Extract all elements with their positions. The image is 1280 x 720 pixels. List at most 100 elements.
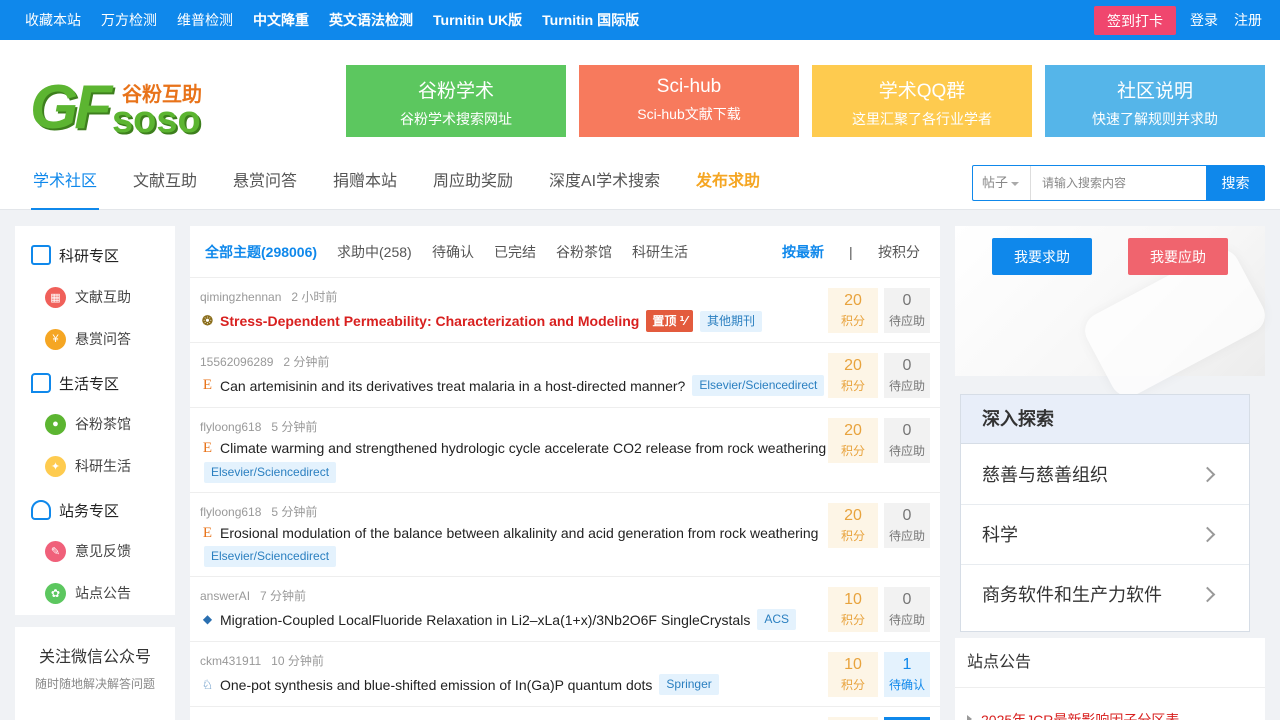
table-row[interactable]: flyloong618 5 分钟前 E Erosional modulation … xyxy=(190,493,940,577)
zone-life[interactable]: 生活专区 xyxy=(31,371,119,395)
journal-tag[interactable]: Springer xyxy=(659,674,719,695)
post-title[interactable]: ♘ One-pot synthesis and blue-shifted emi… xyxy=(200,674,719,695)
search-input[interactable] xyxy=(1032,166,1207,200)
request-panel: 我要求助 我要应助 xyxy=(955,226,1272,403)
nav-bounty-qa[interactable]: 悬赏问答 xyxy=(233,158,297,210)
sidebar-item-announcement[interactable]: ✿ 站点公告 xyxy=(45,582,131,604)
explore-title: 深入探索 xyxy=(961,395,1249,444)
post-title[interactable]: E Climate warming and strengthened hydro… xyxy=(200,440,826,457)
site-logo[interactable]: GF 谷粉互助 soso xyxy=(30,76,220,141)
sidebar-item-literature[interactable]: ▦ 文献互助 xyxy=(45,286,131,308)
checkin-button[interactable]: 签到打卡 xyxy=(1094,6,1176,35)
turnitin-intl-link[interactable]: Turnitin 国际版 xyxy=(542,10,639,30)
tab-finished[interactable]: 已完结 xyxy=(494,226,536,278)
card-scihub[interactable]: Sci-hub Sci-hub文献下载 xyxy=(579,65,799,137)
top-bar: 收藏本站 万方检测 维普检测 中文降重 英文语法检测 Turnitin UK版 … xyxy=(0,0,1280,40)
journal-tag[interactable]: Elsevier/Sciencedirect xyxy=(204,462,337,483)
register-link[interactable]: 注册 xyxy=(1234,0,1262,40)
tab-pending[interactable]: 待确认 xyxy=(432,226,474,278)
post-user[interactable]: qimingzhennan xyxy=(200,290,281,304)
explore-item-software[interactable]: 商务软件和生产力软件 xyxy=(961,565,1249,625)
post-user[interactable]: answerAI xyxy=(200,589,250,603)
topic-tabs: 全部主题(298006) 求助中(258) 待确认 已完结 谷粉茶馆 科研生活 … xyxy=(190,226,940,278)
table-row[interactable]: qimingzhennan 2 小时前 ❂ Stress-Dependent Pe… xyxy=(190,278,940,343)
sort-newest[interactable]: 按最新 xyxy=(782,226,824,278)
rewrite-link[interactable]: 中文降重 xyxy=(253,10,309,30)
coin-icon: ¥ xyxy=(45,328,66,350)
table-row[interactable]: answerAI 7 分钟前 ◆ Migration-Coupled LocalF… xyxy=(190,577,940,642)
list-icon xyxy=(31,245,51,265)
journal-tag[interactable]: ACS xyxy=(757,609,797,630)
journal-tag[interactable]: 其他期刊 xyxy=(700,310,763,332)
search-type-select[interactable]: 帖子 xyxy=(973,166,1031,200)
pinned-badge: 置顶 ⅟ xyxy=(646,310,694,332)
explore-item-charity[interactable]: 慈善与慈善组织 xyxy=(961,445,1249,505)
nav-post-request[interactable]: 发布求助 xyxy=(696,158,760,210)
wechat-subtitle: 随时随地解决解答问题 xyxy=(34,677,155,691)
header: GF 谷粉互助 soso 谷粉学术 谷粉学术搜索网址 Sci-hub Sci-h… xyxy=(0,40,1280,210)
journal-tag[interactable]: Elsevier/Sciencedirect xyxy=(204,546,337,567)
post-title[interactable]: E Can artemisinin and its derivatives tr… xyxy=(200,375,825,396)
login-link[interactable]: 登录 xyxy=(1190,0,1218,40)
bookmark-link[interactable]: 收藏本站 xyxy=(25,10,81,30)
table-row[interactable]: flyloong618 5 分钟前 E Climate warming and s… xyxy=(190,408,940,493)
tab-seeking[interactable]: 求助中(258) xyxy=(337,226,412,278)
post-time: 2 分钟前 xyxy=(283,355,330,369)
zone-site-affairs[interactable]: 站务专区 xyxy=(31,498,119,522)
chevron-right-icon xyxy=(1199,526,1216,543)
nav-literature-help[interactable]: 文献互助 xyxy=(133,158,197,210)
tab-teahouse[interactable]: 谷粉茶馆 xyxy=(556,226,612,278)
journal-icon: ❂ xyxy=(202,313,213,328)
table-row[interactable] xyxy=(190,707,940,720)
tab-research-life[interactable]: 科研生活 xyxy=(632,226,688,278)
score-box: 10 积分 xyxy=(828,587,878,632)
ask-for-help-button[interactable]: 我要求助 xyxy=(992,238,1092,275)
card-community-guide[interactable]: 社区说明 快速了解规则并求助 xyxy=(1045,65,1265,137)
card-qq-group[interactable]: 学术QQ群 这里汇聚了各行业学者 xyxy=(812,65,1032,137)
explore-item-science[interactable]: 科学 xyxy=(961,505,1249,565)
nav-ai-search[interactable]: 深度AI学术搜索 xyxy=(549,158,660,210)
post-user[interactable]: 15562096289 xyxy=(200,355,273,369)
home-icon xyxy=(31,500,51,520)
card-scholar[interactable]: 谷粉学术 谷粉学术搜索网址 xyxy=(346,65,566,137)
explore-panel: 深入探索 慈善与慈善组织 科学 商务软件和生产力软件 xyxy=(960,394,1250,632)
springer-icon: ♘ xyxy=(201,676,214,692)
wechat-title: 关注微信公众号 xyxy=(38,649,151,666)
post-user[interactable]: ckm431911 xyxy=(200,654,261,668)
announcement-title: 站点公告 xyxy=(955,638,1265,688)
announcement-item[interactable]: 2025年JCR最新影响因子分区表 xyxy=(981,710,1179,720)
sort-by-score[interactable]: 按积分 xyxy=(878,226,920,278)
journal-tag[interactable]: Elsevier/Sciencedirect xyxy=(692,375,825,396)
grammar-link[interactable]: 英文语法检测 xyxy=(329,10,413,30)
nav-academic-community[interactable]: 学术社区 xyxy=(31,158,99,210)
table-row[interactable]: ckm431911 10 分钟前 ♘ One-pot synthesis and … xyxy=(190,642,940,707)
post-time: 5 分钟前 xyxy=(271,505,318,519)
turnitin-uk-link[interactable]: Turnitin UK版 xyxy=(433,10,522,30)
response-box: 0 待应助 xyxy=(884,288,930,333)
nav-donate[interactable]: 捐赠本站 xyxy=(333,158,397,210)
offer-help-button[interactable]: 我要应助 xyxy=(1128,238,1228,275)
megaphone-icon: ✿ xyxy=(45,582,66,604)
sidebar-item-teahouse[interactable]: ● 谷粉茶馆 xyxy=(45,413,131,435)
sidebar-item-feedback[interactable]: ✎ 意见反馈 xyxy=(45,540,131,562)
post-title[interactable]: ◆ Migration-Coupled LocalFluoride Relaxa… xyxy=(200,609,797,630)
table-row[interactable]: 15562096289 2 分钟前 E Can artemisinin and i… xyxy=(190,343,940,408)
edit-icon: ✎ xyxy=(45,540,66,562)
weipu-link[interactable]: 维普检测 xyxy=(177,10,233,30)
post-user[interactable]: flyloong618 xyxy=(200,420,261,434)
post-title[interactable]: ❂ Stress-Dependent Permeability: Charact… xyxy=(200,310,763,332)
post-user[interactable]: flyloong618 xyxy=(200,505,261,519)
sidebar-item-research-life[interactable]: ✦ 科研生活 xyxy=(45,455,131,477)
chat-bubble-icon: ● xyxy=(45,413,66,435)
tab-all[interactable]: 全部主题(298006) xyxy=(205,226,317,278)
post-title[interactable]: E Erosional modulation of the balance be… xyxy=(200,525,819,542)
score-box: 20 积分 xyxy=(828,353,878,398)
announcement-panel: 站点公告 2025年JCR最新影响因子分区表 xyxy=(955,638,1265,720)
score-box: 20 积分 xyxy=(828,418,878,463)
post-time: 2 小时前 xyxy=(291,290,338,304)
sidebar-item-bounty[interactable]: ¥ 悬赏问答 xyxy=(45,328,131,350)
wanfang-link[interactable]: 万方检测 xyxy=(101,10,157,30)
search-button[interactable]: 搜索 xyxy=(1206,165,1265,201)
nav-weekly-reward[interactable]: 周应助奖励 xyxy=(433,158,513,210)
zone-research[interactable]: 科研专区 xyxy=(31,243,119,267)
